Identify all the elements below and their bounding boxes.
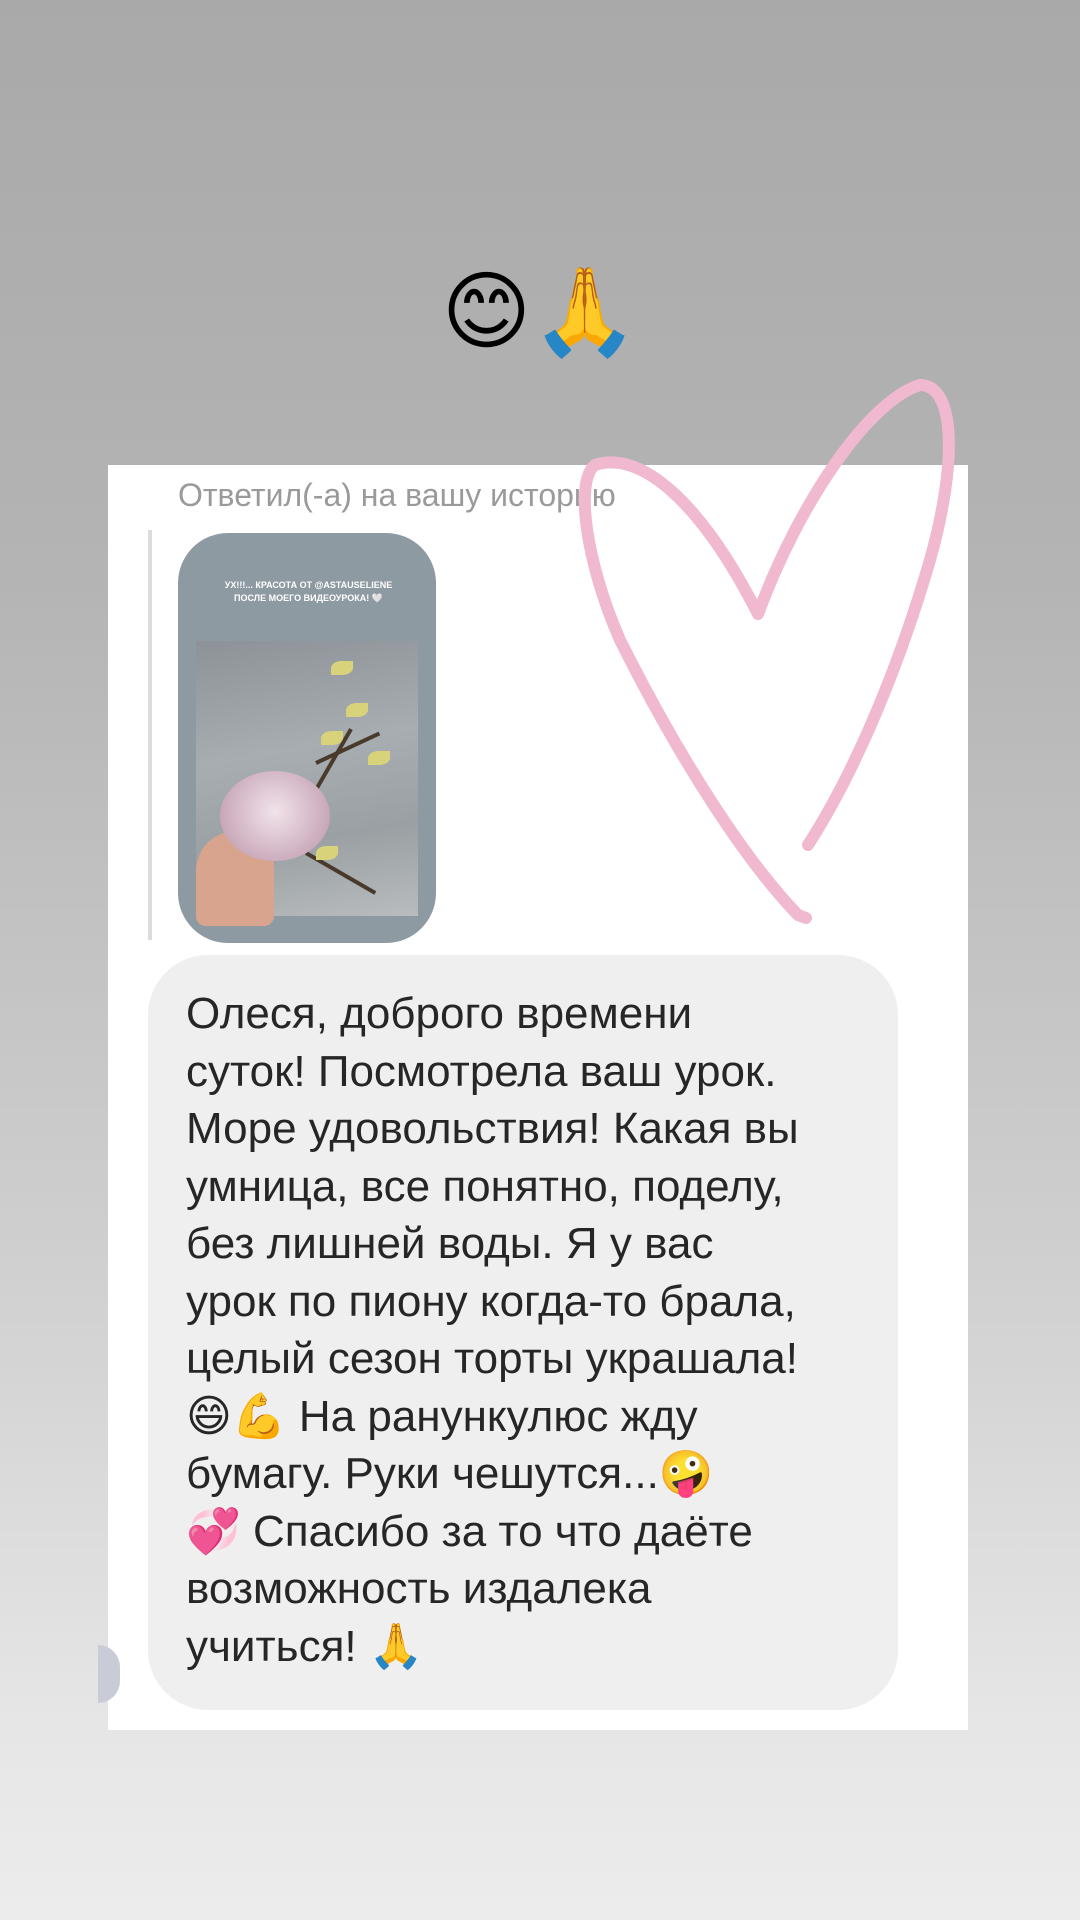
heart-doodle-icon — [578, 379, 955, 924]
